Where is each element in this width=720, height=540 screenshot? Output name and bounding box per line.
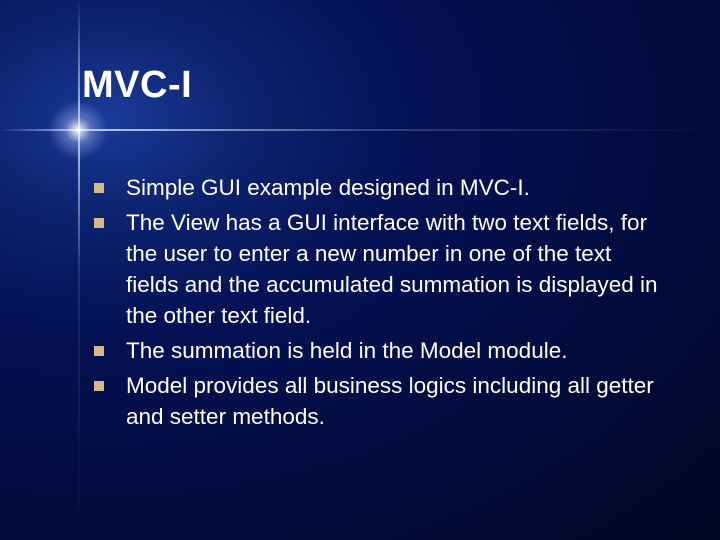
list-item: Simple GUI example designed in MVC-I. <box>94 172 664 203</box>
bullet-text: Model provides all business logics inclu… <box>126 370 664 432</box>
bullet-icon <box>94 218 104 228</box>
decorative-horizontal-flare <box>0 129 720 131</box>
bullet-icon <box>94 346 104 356</box>
bullet-icon <box>94 183 104 193</box>
bullet-text: The View has a GUI interface with two te… <box>126 207 664 331</box>
bullet-icon <box>94 381 104 391</box>
slide-title: MVC-I <box>82 64 192 107</box>
list-item: The View has a GUI interface with two te… <box>94 207 664 331</box>
bullet-text: The summation is held in the Model modul… <box>126 335 567 366</box>
bullet-text: Simple GUI example designed in MVC-I. <box>126 172 530 203</box>
slide-content: Simple GUI example designed in MVC-I. Th… <box>94 172 664 436</box>
list-item: Model provides all business logics inclu… <box>94 370 664 432</box>
list-item: The summation is held in the Model modul… <box>94 335 664 366</box>
decorative-vertical-flare <box>78 0 80 540</box>
